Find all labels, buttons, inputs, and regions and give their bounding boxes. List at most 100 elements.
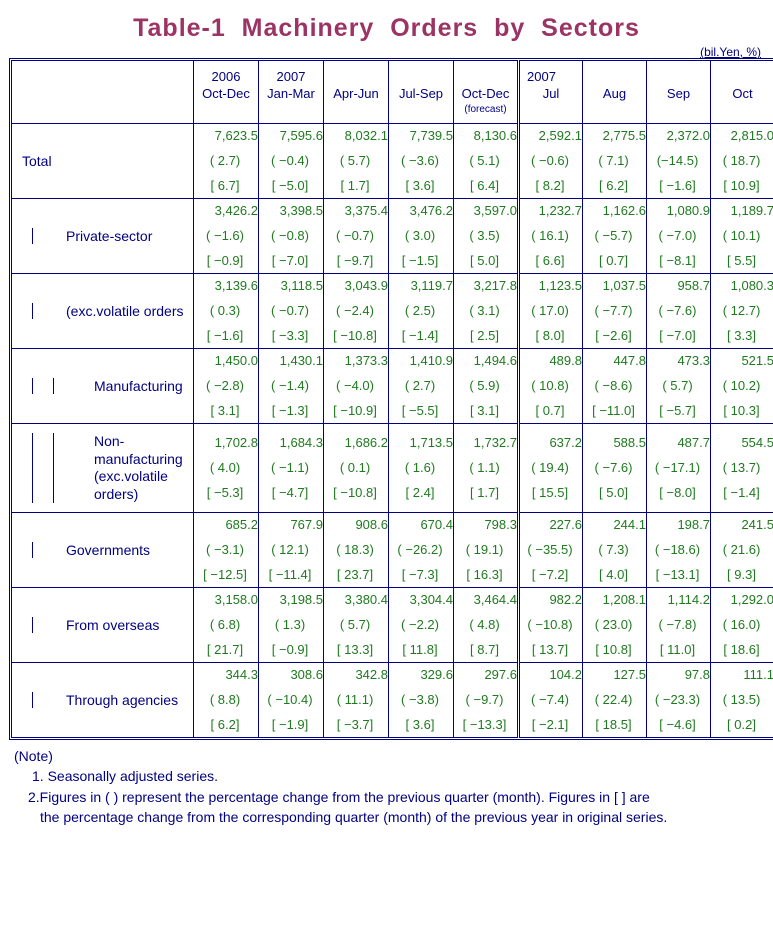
- value-bracket-change: [ −5.5]: [401, 403, 439, 418]
- data-cell: 1,080.9 ( −7.0) [ −8.1]: [646, 198, 711, 274]
- table-row: Non-manufacturing (exc.volatile orders) 1,…: [11, 423, 773, 513]
- value-paren-change: ( 4.0): [209, 460, 241, 475]
- data-cell: 1,232.7 ( 16.1) [ 6.6]: [517, 198, 583, 274]
- value-paren-change: ( −9.7): [465, 692, 504, 707]
- header-year-q1: 2006: [211, 68, 241, 84]
- value-level: 1,686.2: [344, 435, 388, 450]
- data-cell: 1,494.6 ( 5.9) [ 3.1]: [453, 348, 520, 424]
- value-bracket-change: [ −1.6]: [206, 328, 244, 343]
- table-row: Governments 685.2 ( −3.1) [ −12.5] 767.9 ( 12…: [11, 512, 773, 588]
- header-period-m2: Aug: [602, 85, 627, 101]
- header-period-q1: Oct-Dec: [202, 85, 250, 101]
- note-line-2a: 2.Figures in ( ) represent the percentag…: [28, 788, 650, 805]
- value-bracket-change: [ −13.1]: [655, 567, 700, 582]
- value-level: 1,189.7: [730, 203, 773, 218]
- table-container: 2006 Oct-Dec 2007 Jan-Mar Apr-Jun Jul-Se…: [0, 58, 773, 740]
- value-bracket-change: [ 5.0]: [470, 253, 499, 268]
- data-cell: 588.5 ( −7.6) [ 5.0]: [582, 423, 647, 513]
- table-row: Total 7,623.5 ( 2.7) [ 6.7] 7,595.6 ( −0.4) [ …: [11, 123, 773, 199]
- table-row: From overseas 3,158.0 ( 6.8) [ 21.7] 3,198.5…: [11, 587, 773, 663]
- row-label-cell: Manufacturing: [11, 348, 194, 424]
- indent-level-2: Non-manufacturing (exc.volatile orders): [53, 433, 193, 503]
- value-paren-change: ( 3.5): [469, 228, 500, 243]
- value-level: 1,732.7: [473, 435, 517, 450]
- value-paren-change: ( 2.7): [404, 378, 436, 393]
- header-sub-q2: [259, 103, 323, 117]
- header-col-m2: Aug: [582, 60, 647, 124]
- data-cell: 2,775.5 ( 7.1) [ 6.2]: [582, 123, 647, 199]
- value-bracket-change: [ −12.5]: [203, 567, 247, 582]
- value-level: 1,684.3: [279, 435, 323, 450]
- value-paren-change: ( −7.8): [658, 617, 697, 632]
- value-bracket-change: [ −8.1]: [659, 253, 696, 268]
- data-cell: 908.6 ( 18.3) [ 23.7]: [323, 512, 389, 588]
- value-bracket-change: [ 10.9]: [723, 178, 760, 193]
- header-year-q3: [324, 68, 388, 85]
- data-cell: 7,623.5 ( 2.7) [ 6.7]: [193, 123, 259, 199]
- value-level: 1,114.2: [667, 592, 710, 607]
- value-bracket-change: [ −1.9]: [271, 717, 309, 732]
- value-paren-change: ( 23.0): [594, 617, 633, 632]
- data-cell: 1,702.8 ( 4.0) [ −5.3]: [193, 423, 259, 513]
- data-cell: 97.8 ( −23.3) [ −4.6]: [646, 662, 711, 738]
- value-paren-change: ( 3.0): [404, 228, 436, 243]
- value-level: 670.4: [420, 517, 453, 532]
- header-year-m2: [583, 68, 646, 85]
- value-bracket-change: [ −10.9]: [333, 403, 377, 418]
- value-bracket-change: [ 15.5]: [531, 485, 569, 500]
- value-level: 3,426.2: [214, 203, 258, 218]
- value-bracket-change: [ 0.2]: [727, 717, 756, 732]
- value-bracket-change: [ −7.0]: [659, 328, 696, 343]
- data-cell: 3,380.4 ( 5.7) [ 13.3]: [323, 587, 389, 663]
- table-header: 2006 Oct-Dec 2007 Jan-Mar Apr-Jun Jul-Se…: [11, 60, 773, 124]
- value-bracket-change: [ −0.9]: [206, 253, 244, 268]
- table-row: Manufacturing 1,450.0 ( −2.8) [ 3.1] 1,430.1…: [11, 348, 773, 424]
- row-label-cell: Total: [11, 123, 194, 199]
- value-level: 3,217.8: [473, 278, 517, 293]
- data-cell: 227.6 ( −35.5) [ −7.2]: [517, 512, 583, 588]
- header-col-q4: Jul-Sep: [388, 60, 454, 124]
- value-bracket-change: [ 11.8]: [402, 642, 438, 657]
- value-bracket-change: [ −5.7]: [659, 403, 696, 418]
- value-paren-change: ( 13.7): [722, 460, 761, 475]
- value-bracket-change: [ 10.3]: [723, 403, 760, 418]
- value-paren-change: ( 21.6): [722, 542, 761, 557]
- value-bracket-change: [ 9.3]: [727, 567, 756, 582]
- header-period-q5: Oct-Dec: [461, 85, 510, 101]
- value-paren-change: ( 10.2): [722, 378, 761, 393]
- data-cell: 1,684.3 ( −1.1) [ −4.7]: [258, 423, 324, 513]
- data-cell: 1,292.0 ( 16.0) [ 18.6]: [710, 587, 773, 663]
- table-row: Through agencies 344.3 ( 8.8) [ 6.2] 308.6 ( …: [11, 662, 773, 738]
- value-bracket-change: [ −5.3]: [206, 485, 244, 500]
- value-bracket-change: [ −4.6]: [659, 717, 696, 732]
- data-cell: 8,032.1 ( 5.7) [ 1.7]: [323, 123, 389, 199]
- value-level: 908.6: [355, 517, 388, 532]
- value-paren-change: ( −10.4): [267, 692, 313, 707]
- value-paren-change: ( 11.1): [336, 692, 374, 707]
- value-bracket-change: [ 3.3]: [727, 328, 756, 343]
- header-sub-q3: [324, 103, 388, 117]
- notes-block: (Note) 1. Seasonally adjusted series. 2.…: [0, 738, 773, 827]
- data-cell: 3,198.5 ( 1.3) [ −0.9]: [258, 587, 324, 663]
- data-cell: 1,713.5 ( 1.6) [ 2.4]: [388, 423, 454, 513]
- indent-level-1: Non-manufacturing (exc.volatile orders): [32, 433, 193, 503]
- value-bracket-change: [ 21.7]: [206, 642, 244, 657]
- value-level: 104.2: [549, 667, 582, 682]
- value-paren-change: ( −35.5): [527, 542, 573, 557]
- value-level: 297.6: [484, 667, 517, 682]
- value-level: 1,713.5: [409, 435, 453, 450]
- value-paren-change: ( −0.7): [336, 228, 374, 243]
- indent-level-1: Manufacturing: [32, 378, 193, 394]
- value-bracket-change: [ −5.0]: [271, 178, 309, 193]
- value-paren-change: ( −1.4): [271, 378, 309, 393]
- indent-level-1: From overseas: [32, 617, 193, 633]
- value-paren-change: ( −0.8): [271, 228, 309, 243]
- value-bracket-change: [ −13.3]: [462, 717, 507, 732]
- header-row: 2006 Oct-Dec 2007 Jan-Mar Apr-Jun Jul-Se…: [11, 60, 773, 124]
- value-paren-change: ( −4.0): [336, 378, 374, 393]
- value-paren-change: ( 16.1): [531, 228, 569, 243]
- value-bracket-change: [ 16.3]: [466, 567, 503, 582]
- value-level: 1,373.3: [344, 353, 388, 368]
- value-paren-change: ( 19.4): [531, 460, 569, 475]
- value-bracket-change: [ −7.0]: [271, 253, 309, 268]
